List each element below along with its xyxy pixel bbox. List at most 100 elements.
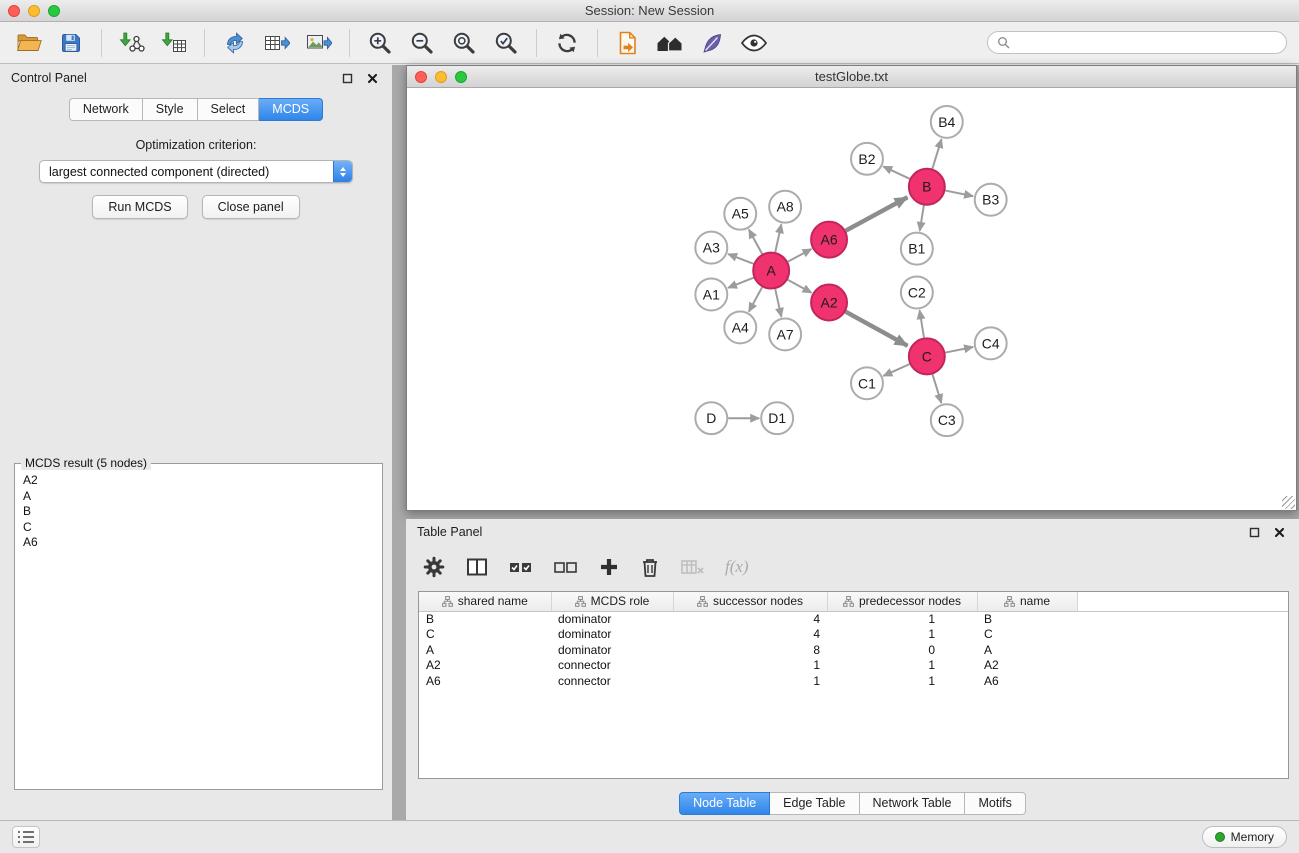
- graph-node-A5[interactable]: A5: [724, 198, 756, 230]
- mcds-result-item[interactable]: A: [17, 489, 380, 505]
- close-window-button[interactable]: [8, 5, 20, 17]
- zoom-selected-button[interactable]: [487, 25, 525, 61]
- network-home-button[interactable]: [651, 25, 689, 61]
- graph-node-C2[interactable]: C2: [901, 277, 933, 309]
- cell-predecessor-nodes[interactable]: 1: [827, 658, 977, 674]
- column-header-mcds-role[interactable]: MCDS role: [551, 592, 673, 611]
- column-header-predecessor-nodes[interactable]: predecessor nodes: [827, 592, 977, 611]
- graph-node-A6[interactable]: A6: [811, 222, 847, 258]
- graph-node-D[interactable]: D: [695, 402, 727, 434]
- graph-edge-A-A1[interactable]: [728, 278, 754, 288]
- cell-successor-nodes[interactable]: 8: [673, 643, 827, 659]
- select-all-button[interactable]: [508, 555, 534, 579]
- graph-node-C[interactable]: C: [909, 338, 945, 374]
- network-graph[interactable]: B4B2BB3A8A5A6A3B1AC2A1A2A4A7C4CC1C3DD1: [407, 88, 1296, 510]
- cell-mcds-role[interactable]: dominator: [551, 643, 673, 659]
- zoom-in-button[interactable]: [361, 25, 399, 61]
- table-tab-node-table[interactable]: Node Table: [679, 792, 770, 815]
- close-panel-button[interactable]: Close panel: [202, 195, 300, 219]
- graph-node-B[interactable]: B: [909, 169, 945, 205]
- graph-edge-B-B1[interactable]: [920, 206, 924, 231]
- float-table-panel-button[interactable]: [1245, 523, 1263, 541]
- graph-node-A1[interactable]: A1: [695, 279, 727, 311]
- cell-successor-nodes[interactable]: 4: [673, 611, 827, 627]
- table-tab-edge-table[interactable]: Edge Table: [770, 792, 859, 815]
- cell-predecessor-nodes[interactable]: 1: [827, 611, 977, 627]
- table-row[interactable]: Cdominator41C: [419, 627, 1288, 643]
- graph-node-D1[interactable]: D1: [761, 402, 793, 434]
- graph-node-C4[interactable]: C4: [975, 327, 1007, 359]
- graph-node-C3[interactable]: C3: [931, 404, 963, 436]
- table-row[interactable]: A6connector11A6: [419, 674, 1288, 690]
- task-history-button[interactable]: [12, 826, 40, 848]
- graph-edge-C-C2[interactable]: [920, 310, 924, 337]
- cell-predecessor-nodes[interactable]: 0: [827, 643, 977, 659]
- graph-edge-B-B2[interactable]: [883, 166, 909, 178]
- column-header-name[interactable]: name: [977, 592, 1077, 611]
- graph-edge-A-A8[interactable]: [775, 224, 781, 252]
- graph-node-B4[interactable]: B4: [931, 106, 963, 138]
- resize-grip[interactable]: [1282, 496, 1295, 509]
- mcds-result-item[interactable]: A6: [17, 535, 380, 551]
- zoom-window-button[interactable]: [48, 5, 60, 17]
- open-session-button[interactable]: [10, 25, 48, 61]
- graph-node-A[interactable]: A: [753, 253, 789, 289]
- graph-edge-B-B3[interactable]: [945, 191, 973, 197]
- cell-mcds-role[interactable]: dominator: [551, 627, 673, 643]
- graph-edge-A-A3[interactable]: [728, 254, 753, 264]
- table-row[interactable]: A2connector11A2: [419, 658, 1288, 674]
- cell-shared-name[interactable]: A: [419, 643, 551, 659]
- zoom-network-window-button[interactable]: [455, 71, 467, 83]
- graph-edge-A-A6[interactable]: [788, 249, 812, 262]
- cell-shared-name[interactable]: B: [419, 611, 551, 627]
- import-network-button[interactable]: [113, 25, 151, 61]
- graph-node-B1[interactable]: B1: [901, 233, 933, 265]
- column-header-shared-name[interactable]: shared name: [419, 592, 551, 611]
- control-tab-mcds[interactable]: MCDS: [259, 98, 323, 121]
- run-mcds-button[interactable]: Run MCDS: [92, 195, 187, 219]
- control-tab-select[interactable]: Select: [198, 98, 260, 121]
- search-input[interactable]: [1015, 35, 1277, 51]
- cell-name[interactable]: A: [977, 643, 1077, 659]
- graph-edge-C-C4[interactable]: [945, 347, 973, 353]
- cell-shared-name[interactable]: A6: [419, 674, 551, 690]
- cell-successor-nodes[interactable]: 1: [673, 658, 827, 674]
- delete-row-button[interactable]: [639, 555, 661, 579]
- export-network-button[interactable]: [216, 25, 254, 61]
- graph-edge-A-A2[interactable]: [788, 280, 812, 293]
- cell-name[interactable]: C: [977, 627, 1077, 643]
- mcds-result-item[interactable]: A2: [17, 473, 380, 489]
- refresh-layout-button[interactable]: [548, 25, 586, 61]
- cell-shared-name[interactable]: C: [419, 627, 551, 643]
- cell-shared-name[interactable]: A2: [419, 658, 551, 674]
- table-tab-motifs[interactable]: Motifs: [965, 792, 1025, 815]
- cell-name[interactable]: B: [977, 611, 1077, 627]
- save-session-button[interactable]: [52, 25, 90, 61]
- zoom-out-button[interactable]: [403, 25, 441, 61]
- add-column-button[interactable]: [598, 556, 620, 578]
- import-table-button[interactable]: [155, 25, 193, 61]
- export-table-button[interactable]: [258, 25, 296, 61]
- export-image-button[interactable]: [300, 25, 338, 61]
- graph-edge-A2-C[interactable]: [846, 312, 908, 346]
- deselect-all-button[interactable]: [553, 555, 579, 579]
- graph-edge-C-C1[interactable]: [883, 364, 909, 376]
- memory-button[interactable]: Memory: [1202, 826, 1287, 848]
- graph-node-A7[interactable]: A7: [769, 318, 801, 350]
- zoom-fit-button[interactable]: [445, 25, 483, 61]
- cell-mcds-role[interactable]: dominator: [551, 611, 673, 627]
- graph-edge-C-C3[interactable]: [933, 374, 942, 403]
- control-tab-style[interactable]: Style: [143, 98, 198, 121]
- cell-name[interactable]: A2: [977, 658, 1077, 674]
- float-panel-button[interactable]: [338, 69, 356, 87]
- graph-node-A3[interactable]: A3: [695, 232, 727, 264]
- cell-successor-nodes[interactable]: 1: [673, 674, 827, 690]
- close-network-window-button[interactable]: [415, 71, 427, 83]
- show-column-panel-button[interactable]: [465, 555, 489, 579]
- mcds-result-item[interactable]: C: [17, 520, 380, 536]
- mcds-result-item[interactable]: B: [17, 504, 380, 520]
- close-table-panel-button[interactable]: [1270, 523, 1288, 541]
- column-header-successor-nodes[interactable]: successor nodes: [673, 592, 827, 611]
- graph-edge-A-A4[interactable]: [749, 287, 762, 311]
- graph-edge-B-B4[interactable]: [932, 139, 941, 169]
